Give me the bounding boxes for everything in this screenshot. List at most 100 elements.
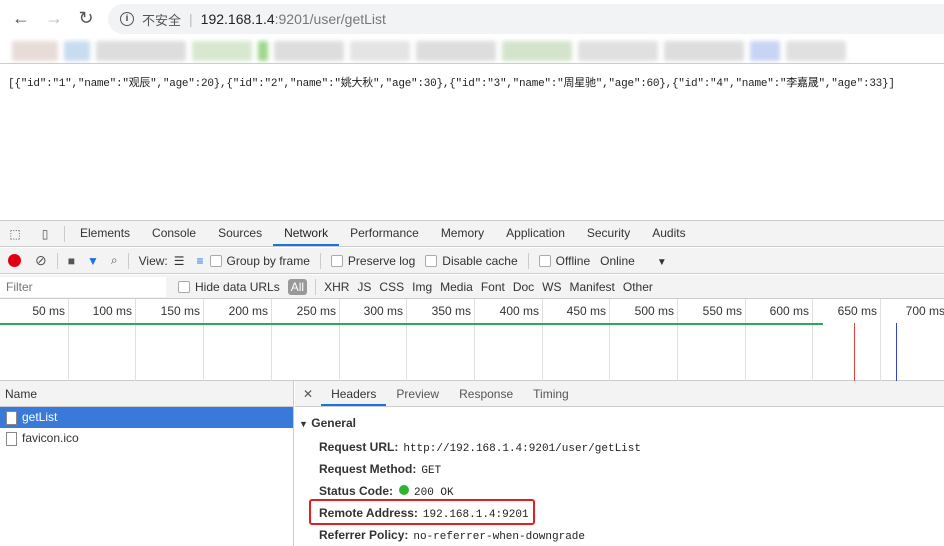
triangle-down-icon: ▼ (299, 419, 308, 429)
timeline-tick-label: 400 ms (499, 304, 539, 318)
request-list: Name getList favicon.ico (0, 381, 294, 546)
device-toolbar-icon[interactable]: ▯ (30, 221, 60, 246)
tab-network[interactable]: Network (273, 221, 340, 246)
timeline-gridline (745, 299, 746, 381)
filter-type-css[interactable]: CSS (379, 280, 404, 294)
filter-type-media[interactable]: Media (440, 280, 473, 294)
forward-icon[interactable]: → (43, 8, 65, 29)
filter-icon[interactable]: ▼ (87, 254, 99, 268)
camera-icon[interactable]: ■ (68, 254, 75, 268)
devtools-tabs: ⬚ ▯ Elements Console Sources Network Per… (0, 221, 944, 247)
search-icon[interactable]: ⌕ (111, 253, 118, 268)
general-section-toggle[interactable]: ▼ General (299, 416, 356, 430)
load-event-marker (854, 323, 855, 381)
waterfall-icon[interactable]: ≡ (197, 254, 204, 268)
close-icon[interactable]: ✕ (295, 381, 321, 406)
security-label: 不安全 (142, 12, 182, 28)
timeline-tick-label: 300 ms (363, 304, 403, 318)
reload-icon[interactable]: ↻ (75, 8, 97, 29)
status-code-field: Status Code: 200 OK (319, 484, 454, 499)
tab-elements[interactable]: Elements (69, 221, 141, 246)
timeline-gridline (474, 299, 475, 381)
filter-type-other[interactable]: Other (623, 280, 653, 294)
timeline-tick-label: 450 ms (566, 304, 606, 318)
address-bar[interactable]: i 不安全 | 192.168.1.4:9201/user/getList (108, 4, 944, 34)
timeline-tick-label: 250 ms (296, 304, 336, 318)
filter-type-font[interactable]: Font (481, 280, 505, 294)
referrer-policy-field: Referrer Policy: no-referrer-when-downgra… (319, 528, 586, 543)
filter-type-all[interactable]: All (287, 278, 308, 295)
hide-data-urls-checkbox[interactable]: Hide data URLs (178, 280, 280, 294)
timeline-gridline (812, 299, 813, 381)
tab-console[interactable]: Console (141, 221, 207, 246)
request-name: favicon.ico (22, 431, 79, 445)
timeline-tick-label: 700 ms (905, 304, 944, 318)
divider: | (189, 11, 193, 27)
record-icon[interactable] (8, 254, 21, 267)
bookmarks-bar (0, 38, 944, 64)
view-label: View: (138, 253, 168, 268)
timeline-tick-label: 50 ms (32, 304, 65, 318)
url-path: :9201/user/getList (274, 11, 386, 27)
timeline-gridline (880, 299, 881, 381)
section-title: General (311, 416, 356, 430)
timeline-tick-label: 150 ms (160, 304, 200, 318)
timeline-tick-label: 100 ms (92, 304, 132, 318)
inspect-element-icon[interactable]: ⬚ (0, 221, 30, 246)
large-rows-icon[interactable]: ☰ (174, 254, 185, 268)
network-activity-bar (0, 323, 823, 325)
devtools-panel: ⬚ ▯ Elements Console Sources Network Per… (0, 220, 944, 546)
timeline-gridline (135, 299, 136, 381)
tab-application[interactable]: Application (495, 221, 576, 246)
browser-toolbar: ← → ↻ i 不安全 | 192.168.1.4:9201/user/getL… (0, 0, 944, 38)
filter-type-ws[interactable]: WS (542, 280, 561, 294)
filter-type-js[interactable]: JS (357, 280, 371, 294)
throttle-select[interactable]: Online ▼ (600, 254, 667, 268)
filter-type-img[interactable]: Img (412, 280, 432, 294)
tab-headers[interactable]: Headers (321, 381, 387, 406)
filter-input[interactable] (0, 276, 166, 297)
file-icon (6, 410, 17, 425)
info-icon[interactable]: i (120, 12, 134, 26)
offline-checkbox[interactable]: Offline (538, 254, 590, 268)
request-row-getlist[interactable]: getList (0, 407, 293, 428)
timeline-gridline (609, 299, 610, 381)
tab-audits[interactable]: Audits (641, 221, 696, 246)
tab-memory[interactable]: Memory (430, 221, 495, 246)
filter-type-doc[interactable]: Doc (513, 280, 534, 294)
timeline-tick-label: 650 ms (837, 304, 877, 318)
timeline-gridline (271, 299, 272, 381)
timeline-gridline (406, 299, 407, 381)
tab-preview[interactable]: Preview (386, 381, 449, 406)
timeline-overview[interactable]: 50 ms 100 ms 150 ms 200 ms 250 ms 300 ms 350 m… (0, 299, 944, 381)
request-url-field: Request URL: http://192.168.1.4:9201/user… (319, 440, 641, 455)
filter-type-manifest[interactable]: Manifest (570, 280, 615, 294)
name-column-header[interactable]: Name (0, 381, 293, 407)
json-response-text: [{"id":"1","name":"观辰","age":20},{"id":"… (8, 78, 895, 90)
tab-sources[interactable]: Sources (207, 221, 273, 246)
request-row-favicon[interactable]: favicon.ico (0, 428, 293, 449)
clear-icon[interactable]: ⊘ (35, 252, 47, 269)
tab-timing[interactable]: Timing (523, 381, 579, 406)
group-by-frame-checkbox[interactable]: Group by frame (209, 254, 310, 268)
timeline-gridline (68, 299, 69, 381)
request-method-field: Request Method: GET (319, 462, 442, 477)
highlight-box (309, 499, 535, 525)
preserve-log-checkbox[interactable]: Preserve log (330, 254, 415, 268)
tab-performance[interactable]: Performance (339, 221, 430, 246)
timeline-gridline (339, 299, 340, 381)
filter-type-xhr[interactable]: XHR (324, 280, 349, 294)
timeline-gridline (203, 299, 204, 381)
url-host: 192.168.1.4 (200, 11, 275, 27)
disable-cache-checkbox[interactable]: Disable cache (425, 254, 518, 268)
back-icon[interactable]: ← (10, 8, 32, 29)
status-ok-icon (399, 485, 410, 495)
tab-response[interactable]: Response (449, 381, 523, 406)
timeline-tick-label: 350 ms (431, 304, 471, 318)
file-icon (6, 431, 17, 446)
filter-row: Hide data URLs All XHR JS CSS Img Media … (0, 275, 944, 299)
tab-security[interactable]: Security (576, 221, 641, 246)
timeline-tick-label: 550 ms (702, 304, 742, 318)
timeline-tick-label: 500 ms (634, 304, 674, 318)
request-detail: ✕ Headers Preview Response Timing ▼ Gene… (295, 381, 944, 546)
